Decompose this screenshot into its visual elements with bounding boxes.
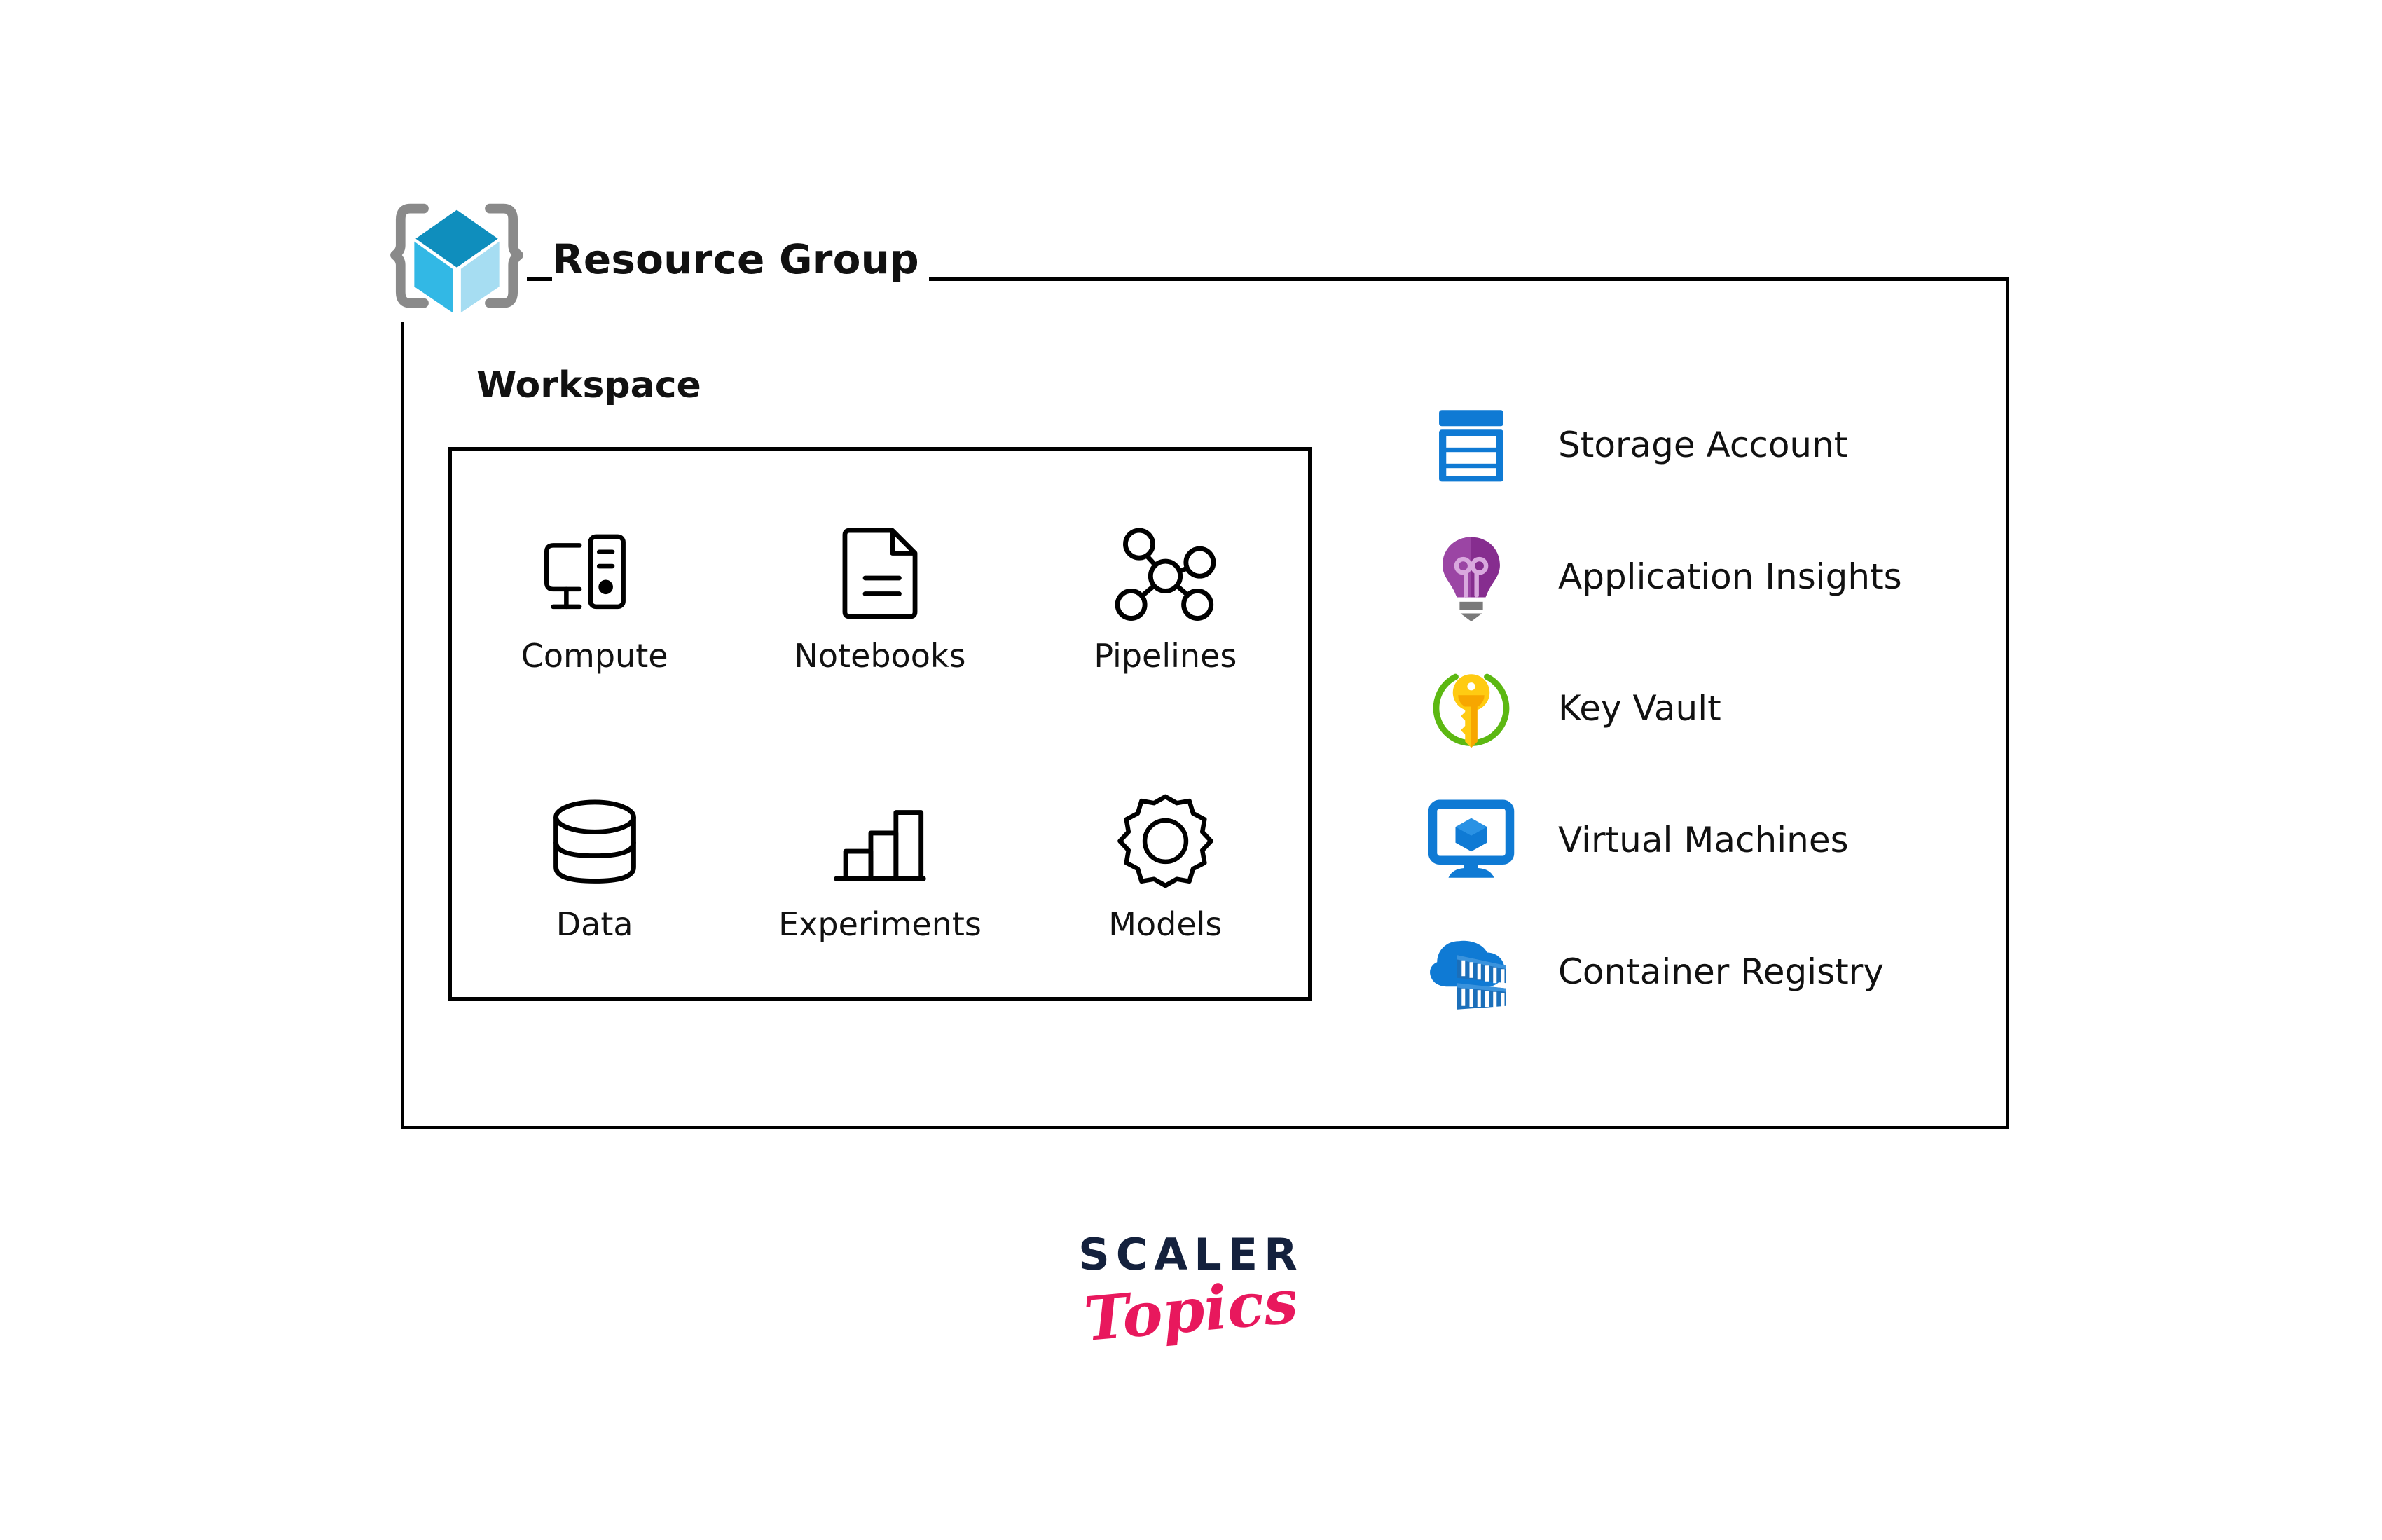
resource-group-cube-icon xyxy=(387,196,527,322)
logo-topics-text: Topics xyxy=(1081,1265,1301,1356)
service-row-storage-account[interactable]: Storage Account xyxy=(1415,392,1902,497)
service-label: Storage Account xyxy=(1558,425,1848,465)
service-label: Application Insights xyxy=(1558,556,1902,597)
service-row-virtual-machines[interactable]: Virtual Machines xyxy=(1415,788,1902,893)
computer-desktop-icon xyxy=(528,518,661,630)
resource-group-title: Resource Group xyxy=(552,235,929,283)
workspace-item-grid: Compute Notebooks Pipelines Data Experim… xyxy=(452,451,1308,997)
workspace-item-label: Compute xyxy=(521,636,668,675)
service-label: Key Vault xyxy=(1558,688,1721,729)
resource-group-header: Resource Group xyxy=(387,196,929,322)
service-row-key-vault[interactable]: Key Vault xyxy=(1415,656,1902,761)
service-label: Virtual Machines xyxy=(1558,820,1849,860)
service-row-container-registry[interactable]: Container Registry xyxy=(1415,919,1902,1024)
virtual-machine-icon xyxy=(1415,788,1527,893)
workspace-item-notebooks[interactable]: Notebooks xyxy=(737,518,1022,672)
scaler-topics-logo: SCALER Topics xyxy=(0,1233,2382,1356)
lightbulb-icon xyxy=(1415,524,1527,629)
container-registry-icon xyxy=(1415,919,1527,1024)
workspace-item-pipelines[interactable]: Pipelines xyxy=(1023,518,1308,672)
workspace-container: Compute Notebooks Pipelines Data Experim… xyxy=(448,447,1312,1001)
document-page-icon xyxy=(827,518,932,630)
key-vault-icon xyxy=(1415,656,1527,761)
network-graph-icon xyxy=(1108,518,1223,630)
service-row-application-insights[interactable]: Application Insights xyxy=(1415,524,1902,629)
workspace-item-data[interactable]: Data xyxy=(452,786,737,940)
gear-icon xyxy=(1111,786,1220,898)
service-label: Container Registry xyxy=(1558,951,1884,992)
storage-account-icon xyxy=(1415,392,1527,497)
workspace-item-label: Data xyxy=(556,905,633,943)
workspace-item-label: Notebooks xyxy=(794,636,966,675)
bar-chart-icon xyxy=(824,786,936,898)
workspace-item-models[interactable]: Models xyxy=(1023,786,1308,940)
workspace-item-label: Pipelines xyxy=(1094,636,1237,675)
workspace-item-label: Models xyxy=(1108,905,1223,943)
workspace-item-compute[interactable]: Compute xyxy=(452,518,737,672)
workspace-item-label: Experiments xyxy=(778,905,982,943)
database-cylinder-icon xyxy=(542,786,647,898)
workspace-item-experiments[interactable]: Experiments xyxy=(737,786,1022,940)
azure-service-list: Storage Account Application Insights Key… xyxy=(1415,392,1902,1024)
workspace-title: Workspace xyxy=(476,364,701,406)
